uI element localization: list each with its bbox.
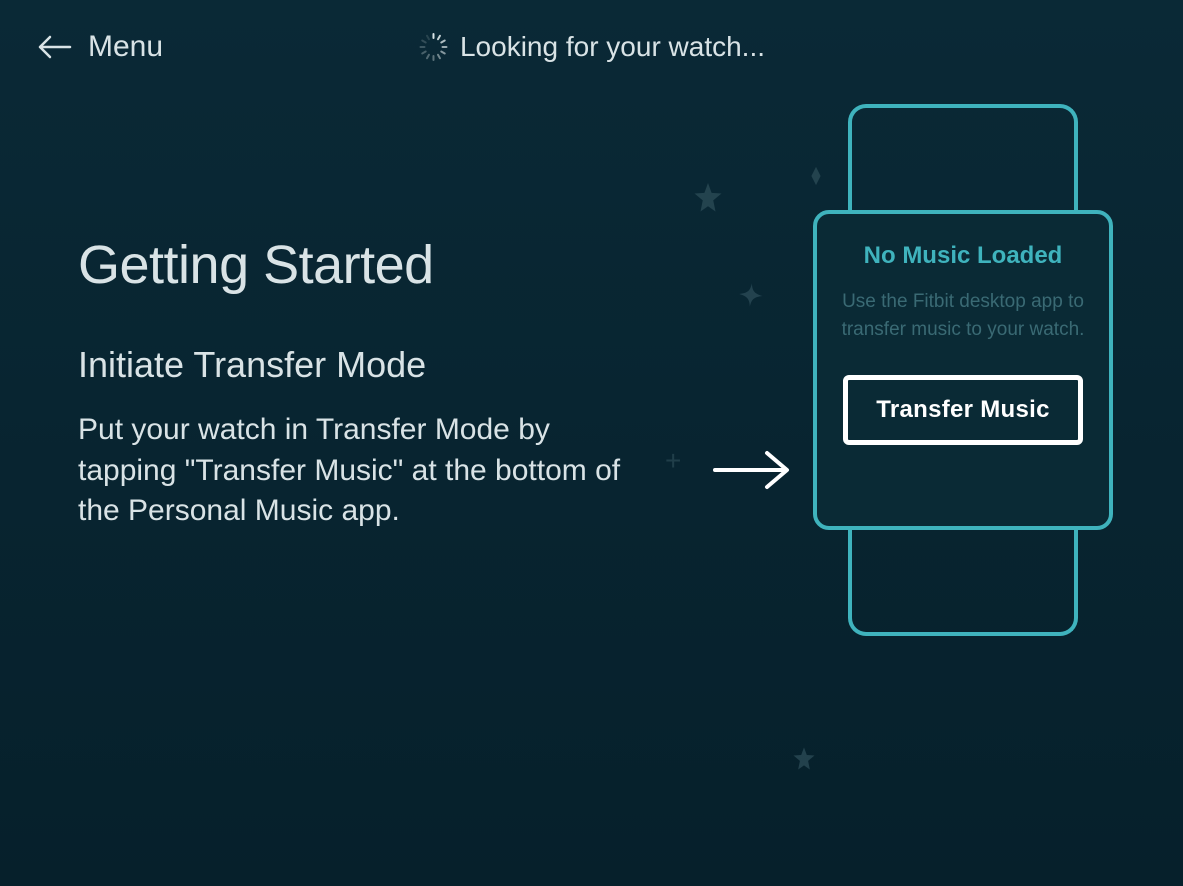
diamond-icon — [805, 165, 827, 192]
left-column: Getting Started Initiate Transfer Mode P… — [78, 234, 638, 532]
star-icon — [790, 745, 818, 780]
plus-icon: + — [665, 445, 681, 477]
pointer-arrow-icon — [713, 449, 791, 496]
page-title: Getting Started — [78, 234, 638, 296]
content-area: Getting Started Initiate Transfer Mode P… — [0, 94, 1183, 532]
sub-title: Initiate Transfer Mode — [78, 344, 638, 386]
header: Menu Looking for — [0, 0, 1183, 94]
spinner-icon — [418, 32, 448, 62]
back-arrow-icon — [38, 35, 72, 59]
star-icon — [690, 180, 726, 225]
watch-strap-top — [848, 104, 1078, 214]
sparkle-icon — [728, 278, 772, 331]
watch-screen-title: No Music Loaded — [864, 242, 1063, 270]
status-bar: Looking for your watch... — [418, 31, 765, 63]
menu-label: Menu — [88, 30, 163, 64]
watch-illustration: No Music Loaded Use the Fitbit desktop a… — [803, 104, 1123, 636]
transfer-music-button[interactable]: Transfer Music — [843, 375, 1083, 445]
watch-wrapper: No Music Loaded Use the Fitbit desktop a… — [803, 104, 1123, 636]
watch-screen-body: Use the Fitbit desktop app to transfer m… — [839, 288, 1087, 343]
watch-face: No Music Loaded Use the Fitbit desktop a… — [813, 210, 1113, 530]
menu-back-button[interactable]: Menu — [38, 30, 163, 64]
status-text: Looking for your watch... — [460, 31, 765, 63]
watch-strap-bottom — [848, 526, 1078, 636]
body-text: Put your watch in Transfer Mode by tappi… — [78, 410, 638, 532]
